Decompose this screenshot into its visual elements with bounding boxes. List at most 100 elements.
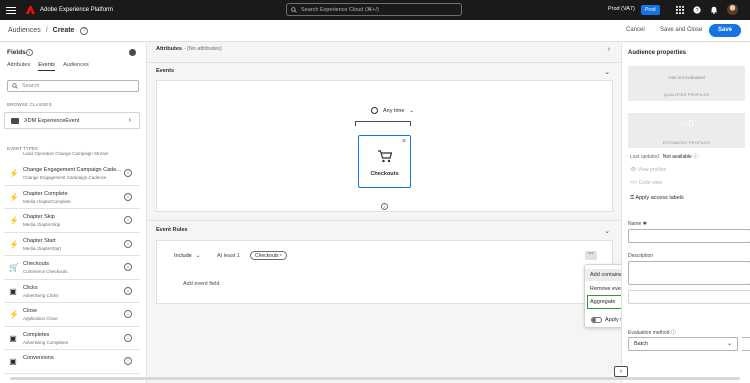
event-item-partial[interactable]: Lead Operation Change Campaign Stream <box>23 151 109 156</box>
list-item[interactable]: ▣ Conversions i <box>4 350 140 374</box>
apps-grid-icon[interactable] <box>676 5 684 14</box>
sandbox-badge[interactable]: Prod <box>641 5 660 15</box>
panel-title: Audience properties <box>628 50 687 56</box>
list-item[interactable]: ⚡ Change Engagement Campaign Cade... Chang… <box>4 162 140 186</box>
cancel-button[interactable]: Cancel <box>626 27 645 33</box>
name-label: Name ✱ <box>628 221 647 227</box>
class-name: XDM ExperienceEvent <box>24 117 80 124</box>
attributes-section-header[interactable]: Attributes - (No attributes) <box>156 46 222 52</box>
chevron-down-icon: ⌄ <box>409 107 415 114</box>
evaluation-method-select[interactable]: Batch ⌄ <box>628 337 738 351</box>
lightning-icon: ⚡ <box>9 169 19 178</box>
at-least-dropdown[interactable]: At least 1 <box>217 253 240 259</box>
app-name[interactable]: Adobe Experience Platform <box>40 7 113 13</box>
item-name: Close <box>23 308 38 314</box>
divider <box>148 62 620 63</box>
chevron-right-icon[interactable]: › <box>608 46 610 53</box>
info-icon[interactable]: i <box>124 263 132 271</box>
fields-panel: Fields i Attributes Events Audiences Sea… <box>0 43 147 383</box>
item-subtitle: Media chapterComplete <box>23 198 71 204</box>
description-field[interactable] <box>628 261 750 285</box>
item-name: Completes <box>23 331 50 338</box>
chevron-down-icon[interactable]: ⌄ <box>604 227 610 235</box>
ad-icon: ▣ <box>9 357 17 366</box>
lightning-icon: ⚡ <box>9 310 19 319</box>
chevron-right-icon: › <box>128 117 131 124</box>
view-profiles-label: View profiles <box>637 167 667 173</box>
item-name: Clicks <box>23 284 38 291</box>
item-subtitle: Media chapterSkip <box>23 222 61 227</box>
gear-icon[interactable] <box>129 49 136 56</box>
attributes-sub: - (No attributes) <box>181 46 222 52</box>
ad-icon: ▣ <box>9 286 17 296</box>
bell-icon[interactable] <box>710 6 718 14</box>
info-icon[interactable]: i <box>124 357 132 365</box>
include-dropdown[interactable]: Include ⌄ <box>174 253 200 259</box>
menu-item-add-container[interactable]: Add container <box>590 272 624 278</box>
info-icon[interactable]: i <box>381 203 388 210</box>
breadcrumb-separator: / <box>45 27 48 34</box>
list-item[interactable]: ▣ Completes Advertising Completes i <box>4 327 140 350</box>
save-button[interactable]: Save <box>709 24 741 37</box>
list-item[interactable]: ⚡ Chapter Start Media chapterStart i <box>4 233 140 256</box>
fields-info-icon[interactable]: i <box>26 49 33 56</box>
horizontal-scrollbar[interactable] <box>10 377 740 380</box>
list-item[interactable]: ⚡ Chapter Skip Media chapterSkip i <box>4 209 140 233</box>
include-label: Include <box>174 253 192 259</box>
code-view-label: Code view <box>638 180 662 186</box>
info-icon[interactable]: i <box>124 333 132 342</box>
time-rule-toggle[interactable] <box>591 317 602 323</box>
list-item[interactable]: 🛒 Checkouts Commerce Checkouts i <box>4 256 140 280</box>
events-canvas: Any time ⌄ × Checkouts i <box>156 80 613 212</box>
tab-audiences[interactable]: Audiences <box>63 62 89 71</box>
more-options-icon[interactable]: ··· <box>585 251 597 260</box>
global-search-input[interactable]: Search Experience Cloud (⌘+/) <box>286 3 462 16</box>
info-icon[interactable]: i <box>124 169 132 177</box>
event-chip-checkouts[interactable]: Checkouts ¹ <box>250 251 287 260</box>
info-icon[interactable]: ? <box>80 26 89 35</box>
tab-events[interactable]: Events <box>38 62 56 71</box>
info-icon[interactable]: ⓘ <box>671 330 676 336</box>
event-card-label: Checkouts <box>370 171 399 177</box>
add-event-field[interactable]: Add event field <box>183 281 219 287</box>
item-subtitle: Application Close <box>23 316 58 321</box>
code-view-link: </> Code view <box>630 180 662 186</box>
info-icon[interactable]: i <box>124 239 132 248</box>
page-title: Create <box>52 27 75 34</box>
menu-item-aggregate[interactable]: Aggregate <box>590 299 615 305</box>
info-icon[interactable]: i <box>124 192 132 201</box>
apply-access-labels-link[interactable]: ⚿ Apply access labels <box>630 195 684 202</box>
list-item[interactable]: ⚡ Chapter Complete Media chapterComplete i <box>4 186 140 209</box>
name-field[interactable] <box>628 229 750 243</box>
avatar[interactable] <box>727 4 738 15</box>
save-and-close-button[interactable]: Save and Close <box>660 27 702 33</box>
menu-icon[interactable] <box>6 6 16 14</box>
fields-search-placeholder: Search <box>22 83 40 89</box>
time-filter-dropdown[interactable]: Any time ⌄ <box>371 107 414 114</box>
estimated-value: -- 0 <box>679 119 694 130</box>
info-icon[interactable]: i <box>124 216 132 224</box>
time-filter-label: Any time <box>383 107 405 114</box>
field-partial[interactable] <box>628 290 750 304</box>
list-item[interactable]: ▣ Clicks Advertising Clicks i <box>4 280 140 303</box>
info-icon[interactable]: ⓘ <box>693 154 698 160</box>
divider <box>148 220 620 221</box>
info-icon[interactable]: i <box>124 286 132 295</box>
chevron-down-icon[interactable]: ⌄ <box>604 68 610 76</box>
help-icon[interactable]: ? <box>693 5 701 14</box>
fields-search-input[interactable]: Search <box>7 80 139 92</box>
info-icon[interactable]: i <box>124 310 132 318</box>
last-updated-value: Not available <box>662 154 692 160</box>
tab-attributes[interactable]: Attributes <box>7 62 30 71</box>
close-icon[interactable]: × <box>402 138 406 145</box>
event-card-checkouts[interactable]: × Checkouts <box>358 135 411 188</box>
breadcrumb-audiences[interactable]: Audiences <box>8 27 41 34</box>
evaluation-label-text: Evaluation method <box>628 330 670 336</box>
evaluation-value: Batch <box>634 341 649 347</box>
ad-icon: ▣ <box>9 333 17 343</box>
org-switcher[interactable]: Prod (VA7) <box>608 6 635 12</box>
evaluation-extra-button[interactable] <box>742 337 750 351</box>
class-xdm-experience-event[interactable]: XDM ExperienceEvent › <box>4 112 140 129</box>
list-item[interactable]: ⚡ Close Application Close i <box>4 303 140 327</box>
expand-panel-button[interactable]: › <box>614 366 628 377</box>
